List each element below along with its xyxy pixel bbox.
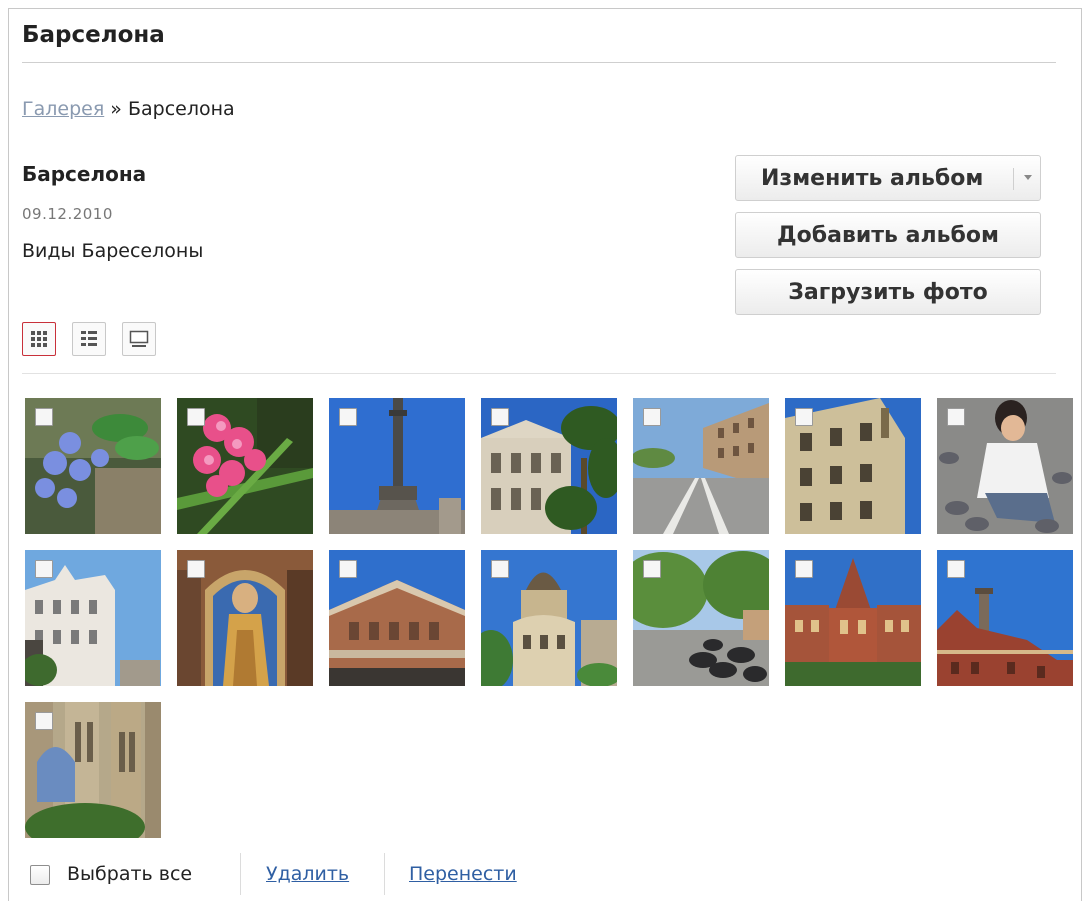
album-description: Виды Бареселоны xyxy=(22,240,204,262)
chevron-down-icon[interactable] xyxy=(1024,175,1032,180)
photo-thumbnail[interactable] xyxy=(937,398,1073,534)
photo-thumbnail[interactable] xyxy=(329,550,465,686)
photo-thumbnail[interactable] xyxy=(937,550,1073,686)
photo-thumbnail[interactable] xyxy=(633,550,769,686)
photo-checkbox[interactable] xyxy=(643,560,661,578)
add-album-button[interactable]: Добавить альбом xyxy=(735,212,1041,258)
slideshow-view-button[interactable] xyxy=(122,322,156,356)
breadcrumb-gallery-link[interactable]: Галерея xyxy=(22,98,104,120)
grid-view-icon xyxy=(31,331,47,347)
photo-thumbnail[interactable] xyxy=(25,550,161,686)
delete-link[interactable]: Удалить xyxy=(266,863,349,885)
photo-checkbox[interactable] xyxy=(795,560,813,578)
photo-thumbnail[interactable] xyxy=(481,398,617,534)
edit-album-label: Изменить альбом xyxy=(761,165,984,191)
photo-thumbnail[interactable] xyxy=(329,398,465,534)
title-divider xyxy=(22,62,1056,63)
list-view-button[interactable] xyxy=(72,322,106,356)
photo-checkbox[interactable] xyxy=(339,560,357,578)
grid-view-button[interactable] xyxy=(22,322,56,356)
dropdown-divider xyxy=(1013,168,1014,190)
upload-photo-button[interactable]: Загрузить фото xyxy=(735,269,1041,315)
photo-checkbox[interactable] xyxy=(187,408,205,426)
photo-thumbnail[interactable] xyxy=(633,398,769,534)
select-all-checkbox[interactable] xyxy=(30,865,50,885)
photo-checkbox[interactable] xyxy=(491,408,509,426)
slideshow-view-icon xyxy=(129,330,149,347)
photo-checkbox[interactable] xyxy=(947,560,965,578)
breadcrumb-separator: » xyxy=(110,98,122,120)
photo-checkbox[interactable] xyxy=(795,408,813,426)
breadcrumb: Галерея » Барселона xyxy=(22,98,235,120)
list-view-icon xyxy=(81,331,97,346)
breadcrumb-current: Барселона xyxy=(127,98,235,120)
photo-checkbox[interactable] xyxy=(35,712,53,730)
photo-thumbnail[interactable] xyxy=(25,702,161,838)
footer-separator xyxy=(384,853,385,895)
photo-thumbnail[interactable] xyxy=(25,398,161,534)
photo-checkbox[interactable] xyxy=(35,408,53,426)
photo-thumbnail[interactable] xyxy=(785,398,921,534)
section-divider xyxy=(22,373,1056,374)
photo-checkbox[interactable] xyxy=(491,560,509,578)
footer-separator xyxy=(240,853,241,895)
select-all-label[interactable]: Выбрать все xyxy=(67,863,192,885)
photo-checkbox[interactable] xyxy=(643,408,661,426)
photo-thumbnail[interactable] xyxy=(785,550,921,686)
album-date: 09.12.2010 xyxy=(22,205,113,223)
photo-checkbox[interactable] xyxy=(339,408,357,426)
move-link[interactable]: Перенести xyxy=(409,863,517,885)
photo-thumbnail[interactable] xyxy=(177,550,313,686)
edit-album-button[interactable]: Изменить альбом xyxy=(735,155,1041,201)
photo-checkbox[interactable] xyxy=(947,408,965,426)
photo-checkbox[interactable] xyxy=(187,560,205,578)
album-name: Барселона xyxy=(22,162,147,186)
photo-checkbox[interactable] xyxy=(35,560,53,578)
page-title: Барселона xyxy=(22,22,165,48)
photo-thumbnail[interactable] xyxy=(481,550,617,686)
photo-thumbnail[interactable] xyxy=(177,398,313,534)
